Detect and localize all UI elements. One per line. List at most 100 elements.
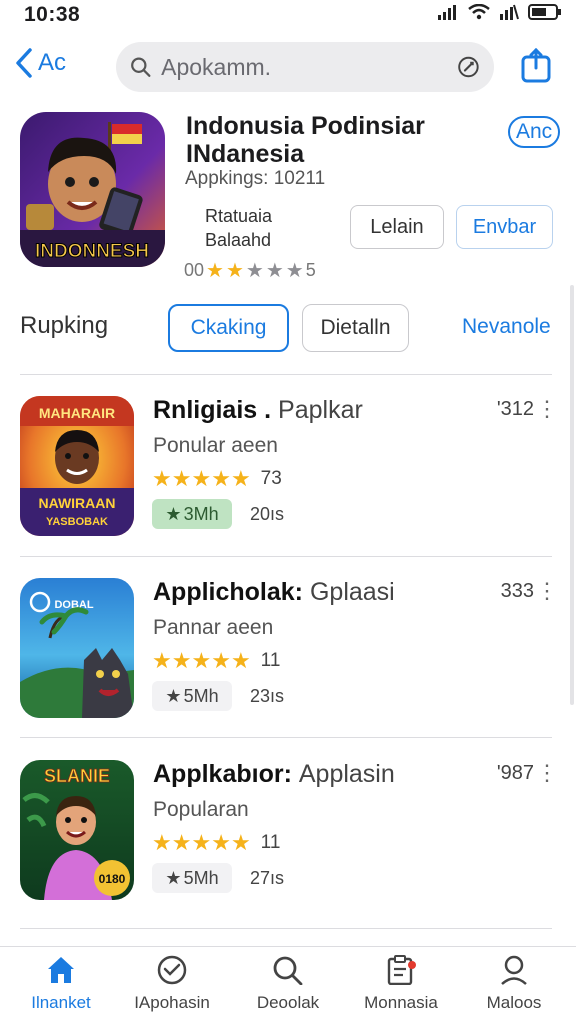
icon-text-top: MAHARAIR bbox=[39, 405, 115, 421]
item-stars: ★ ★ ★ ★ ★ 11 bbox=[152, 832, 280, 854]
section-label: Rupking bbox=[20, 312, 109, 339]
status-badge: ★ 5Mh bbox=[152, 863, 232, 893]
list-item[interactable]: MAHARAIR NAWIRAAN YASBOBAK Rnligiais . P… bbox=[0, 396, 576, 566]
more-options-icon[interactable]: ⋮ bbox=[536, 760, 558, 786]
list-item[interactable]: DOBAL Applicholak: Gplaasi 333 ⋮ Pannar … bbox=[0, 578, 576, 748]
app-stars-row: 00 ★ ★ ★ ★ ★ 5 bbox=[184, 260, 316, 281]
item-size: 27ıs bbox=[250, 868, 285, 888]
app-stars-suffix: 5 bbox=[305, 260, 316, 280]
icon-text-bottom: 0180 bbox=[99, 872, 126, 886]
search-bar[interactable] bbox=[116, 42, 494, 92]
item-size: 23ıs bbox=[250, 686, 285, 706]
star-icon: ★ bbox=[171, 830, 192, 855]
cellular-secondary-icon bbox=[500, 4, 519, 20]
app-title-line2: INdanesia bbox=[186, 140, 305, 168]
item-subtitle: Ponular aeen bbox=[153, 434, 278, 457]
item-title-main: Applicholak: bbox=[153, 578, 304, 606]
badge-label: 5Mh bbox=[183, 867, 219, 888]
app-link-badge[interactable]: Anc bbox=[508, 116, 561, 148]
app-icon: SLANIE 0180 bbox=[20, 760, 134, 900]
item-stars: ★ ★ ★ ★ ★ 73 bbox=[152, 468, 282, 490]
star-empty-icon: ★ bbox=[285, 259, 304, 282]
edit-icon[interactable] bbox=[457, 54, 480, 80]
star-icon: ★ bbox=[206, 259, 224, 282]
star-icon: ★ bbox=[152, 466, 172, 491]
app-title: Indonusia Podinsiar INdanesia bbox=[186, 112, 486, 168]
tab-updates-label: Monnasia bbox=[364, 993, 438, 1012]
wifi-icon bbox=[468, 4, 490, 20]
item-title-main: Rnligiais . bbox=[153, 396, 272, 424]
search-input[interactable] bbox=[161, 53, 458, 81]
list-item[interactable]: SLANIE 0180 Applkabıor: Applasin '987 ⋮ … bbox=[0, 760, 576, 930]
star-empty-icon: ★ bbox=[265, 259, 284, 282]
clipboard-icon bbox=[387, 955, 413, 985]
app-rating-label: Rtatuaia Balaahd bbox=[205, 204, 272, 252]
tab-ckaking[interactable]: Ckaking bbox=[168, 304, 289, 352]
app-icon: DOBAL bbox=[20, 578, 134, 718]
app-title-line1: Indonusia Podinsiar bbox=[186, 112, 425, 140]
item-rating: 73 bbox=[260, 468, 282, 489]
item-count: 333 bbox=[500, 580, 534, 602]
back-button[interactable]: Ac bbox=[16, 48, 66, 78]
star-icon: ★ bbox=[230, 648, 251, 673]
item-title-sub: Gplaasi bbox=[309, 578, 395, 606]
icon-text-bottom: NAWIRAAN bbox=[39, 495, 116, 511]
person-icon bbox=[501, 955, 527, 985]
tab-bar: Ilnanket IApohasin Deoolak Monnasia Malo… bbox=[0, 946, 576, 1024]
tab-search[interactable]: Deoolak bbox=[233, 955, 343, 1013]
star-icon: ★ bbox=[230, 466, 251, 491]
share-button[interactable] bbox=[520, 47, 552, 89]
star-icon: ★ bbox=[191, 466, 212, 491]
divider bbox=[20, 928, 552, 929]
tab-updates[interactable]: Monnasia bbox=[346, 955, 456, 1013]
item-subtitle: Popularan bbox=[153, 798, 249, 821]
notification-dot bbox=[408, 961, 416, 969]
app-rating-label-line1: Rtatuaia bbox=[205, 206, 273, 226]
star-icon: ★ bbox=[211, 648, 231, 673]
item-title-sub: Paplkar bbox=[278, 396, 363, 424]
star-icon: ★ bbox=[230, 830, 251, 855]
item-count: '987 bbox=[496, 762, 534, 784]
nevanole-link[interactable]: Nevanole bbox=[462, 315, 551, 339]
tab-favorites[interactable]: IApohasin bbox=[117, 955, 227, 1013]
tab-dietalln[interactable]: Dietalln bbox=[302, 304, 409, 352]
star-icon: ★ bbox=[225, 259, 244, 282]
item-title: Applicholak: Gplaasi bbox=[153, 578, 395, 607]
star-icon: ★ bbox=[191, 830, 212, 855]
tab-search-label: Deoolak bbox=[256, 993, 320, 1012]
status-badge: ★ 3Mh bbox=[152, 499, 232, 529]
star-icon: ★ bbox=[152, 830, 172, 855]
divider bbox=[20, 737, 552, 738]
star-icon: ★ bbox=[171, 466, 192, 491]
tab-profile-label: Maloos bbox=[486, 993, 542, 1012]
app-publisher: Appkings: 10211 bbox=[185, 168, 326, 189]
app-stars-prefix: 00 bbox=[184, 260, 205, 280]
status-badge: ★ 5Mh bbox=[152, 681, 232, 711]
item-rating: 11 bbox=[260, 832, 281, 853]
divider bbox=[20, 556, 552, 557]
star-icon: ★ bbox=[211, 466, 231, 491]
tab-profile[interactable]: Maloos bbox=[459, 955, 569, 1013]
more-options-icon[interactable]: ⋮ bbox=[536, 578, 558, 604]
battery-icon bbox=[528, 4, 561, 20]
item-rating: 11 bbox=[260, 650, 281, 671]
badge-label: 5Mh bbox=[183, 685, 219, 706]
back-label: Ac bbox=[38, 49, 67, 76]
search-icon bbox=[273, 956, 303, 985]
item-title: Applkabıor: Applasin bbox=[153, 760, 395, 789]
item-size: 20ıs bbox=[250, 504, 285, 524]
tab-home[interactable]: Ilnanket bbox=[6, 955, 116, 1013]
star-icon: ★ bbox=[171, 648, 192, 673]
tabs-row: Rupking Ckaking Dietalln Nevanole bbox=[0, 302, 576, 354]
app-icon-text: INDONNESH bbox=[35, 241, 149, 262]
lelain-button[interactable]: Lelain bbox=[350, 205, 444, 249]
divider bbox=[20, 374, 552, 375]
status-bar: 10:38 bbox=[0, 0, 576, 32]
more-options-icon[interactable]: ⋮ bbox=[536, 396, 558, 422]
star-empty-icon: ★ bbox=[245, 259, 264, 282]
heart-icon bbox=[157, 955, 187, 985]
status-time: 10:38 bbox=[24, 3, 81, 26]
tab-home-label: Ilnanket bbox=[31, 993, 91, 1012]
envbar-button[interactable]: Envbar bbox=[456, 205, 553, 249]
item-title: Rnligiais . Paplkar bbox=[153, 396, 363, 425]
